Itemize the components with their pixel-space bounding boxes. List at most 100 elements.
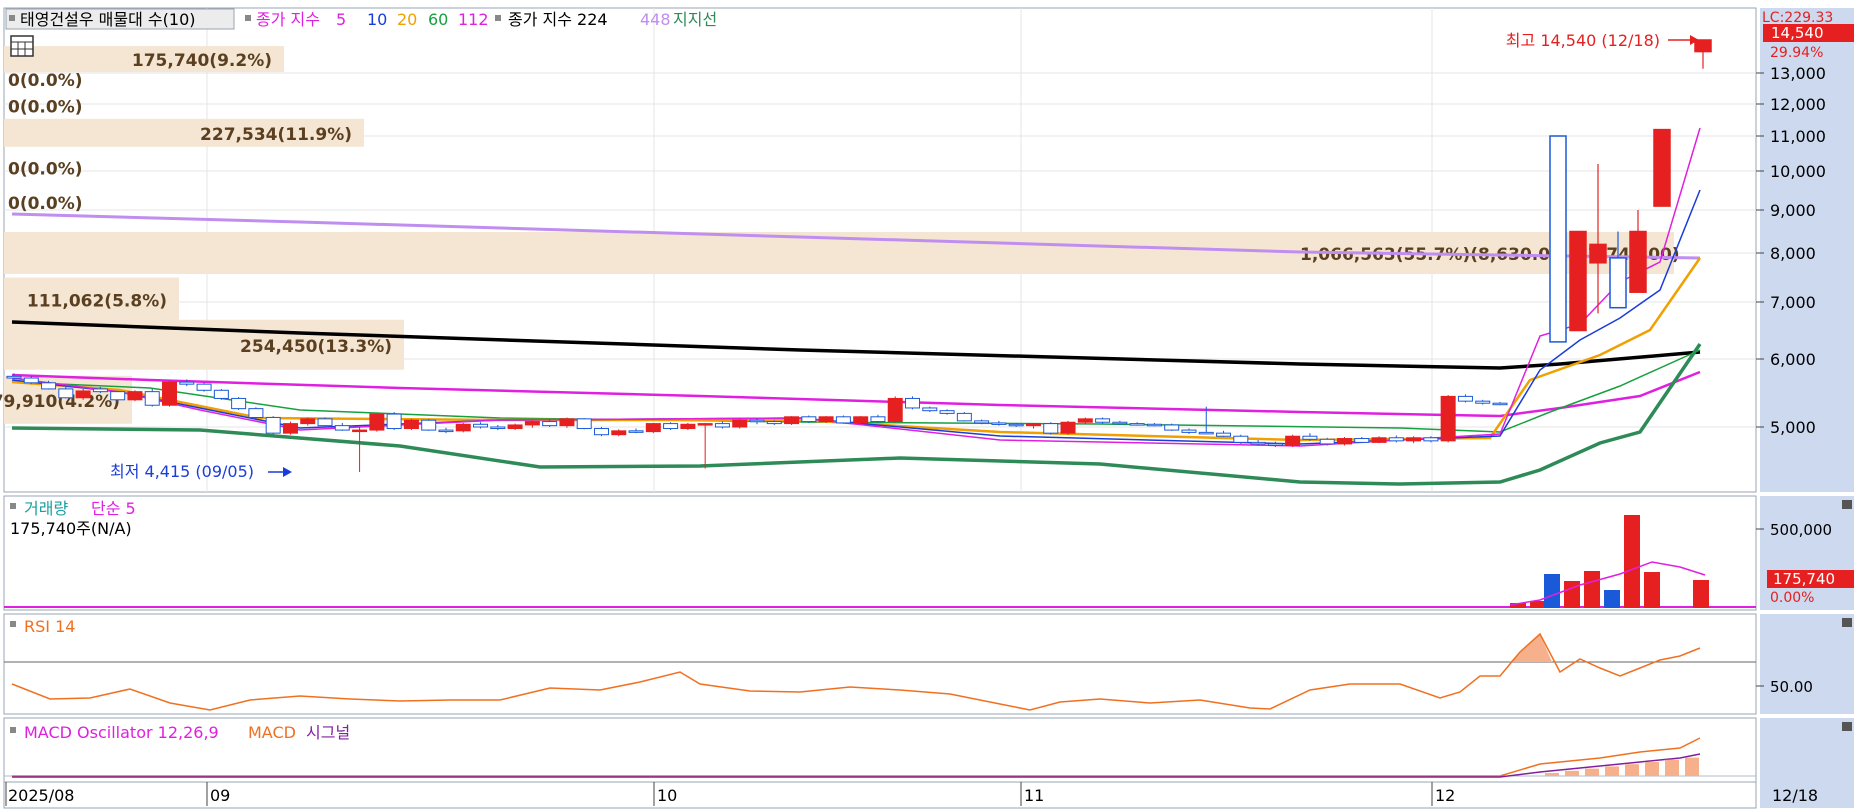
candle-body xyxy=(1008,423,1024,427)
candle-body xyxy=(1164,424,1180,431)
price-tick-label: 13,000 xyxy=(1770,64,1826,83)
volume-bar xyxy=(1544,574,1560,608)
candle-body xyxy=(749,419,765,423)
profile-label: 111,062(5.8%) xyxy=(27,292,167,312)
candle-body xyxy=(887,397,903,423)
candle-body xyxy=(1653,128,1671,207)
candle-body xyxy=(1060,421,1076,434)
legend-ma5[interactable]: 5 xyxy=(336,10,346,29)
candle-body xyxy=(663,423,679,430)
x-label-sep: 09 xyxy=(210,786,230,805)
price-tick-label: 8,000 xyxy=(1770,244,1816,263)
volume-title[interactable]: 거래량 xyxy=(24,499,68,518)
candle-body xyxy=(179,381,195,385)
volume-current: 175,740 xyxy=(1773,570,1835,588)
candle-body xyxy=(1250,441,1266,445)
volume-panel-frame xyxy=(3,495,1757,611)
volume-ma-label[interactable]: 단순 5 xyxy=(91,499,136,518)
candle-body xyxy=(524,421,540,426)
price-tick-label: 6,000 xyxy=(1770,350,1816,369)
candle-body xyxy=(766,421,782,425)
candle-body xyxy=(127,391,143,401)
candle-body xyxy=(490,426,506,430)
candle-body xyxy=(1216,432,1232,437)
candle-body xyxy=(386,413,402,430)
candle-body xyxy=(473,423,489,428)
x-label-oct: 10 xyxy=(657,786,677,805)
candle-body xyxy=(334,425,350,431)
calculator-icon[interactable] xyxy=(10,35,34,57)
close-icon[interactable] xyxy=(1842,722,1852,731)
profile-label: 227,534(11.9%) xyxy=(200,125,352,145)
x-label-aug: 2025/08 xyxy=(8,786,74,805)
legend-ma60[interactable]: 60 xyxy=(428,10,448,29)
candle-body xyxy=(1129,423,1145,426)
legend-ma112[interactable]: 112 xyxy=(458,10,489,29)
candle-body xyxy=(317,418,333,427)
candle-body xyxy=(455,423,471,432)
candle-body xyxy=(991,422,1007,425)
macd-signal-label[interactable]: 시그널 xyxy=(306,723,350,742)
macd-label[interactable]: MACD xyxy=(248,723,296,742)
candle-body xyxy=(1549,135,1567,343)
candle-body xyxy=(1694,39,1712,53)
legend-ma448[interactable]: 448 xyxy=(640,10,671,29)
rsi-title[interactable]: RSI 14 xyxy=(24,617,75,636)
macd-title[interactable]: MACD Oscillator 12,26,9 xyxy=(24,723,219,742)
rsi-panel: RSI 14 50.00 xyxy=(3,613,1854,715)
candle-body xyxy=(1475,400,1491,404)
legend-ma224[interactable]: 종가 지수 224 xyxy=(508,10,608,29)
candle-body xyxy=(714,423,730,428)
candle-body xyxy=(110,391,126,401)
candle-body xyxy=(23,377,39,384)
current-change: 29.94% xyxy=(1770,45,1823,61)
candle-body xyxy=(1440,395,1456,442)
candle-body xyxy=(835,416,851,424)
x-end-label: 12/18 xyxy=(1772,786,1818,805)
candle-body xyxy=(1589,243,1607,264)
candle-body xyxy=(853,416,869,424)
macd-osc-bar xyxy=(1605,766,1619,776)
candle-body xyxy=(144,391,160,406)
candle-body xyxy=(438,429,454,433)
price-tick-label: 10,000 xyxy=(1770,162,1826,181)
legend-square-icon xyxy=(10,503,16,509)
macd-osc-bar xyxy=(1545,773,1559,776)
candle-body xyxy=(905,397,921,409)
x-label-nov: 11 xyxy=(1024,786,1044,805)
candle-body xyxy=(231,397,247,410)
candle-body xyxy=(939,410,955,414)
candle-body xyxy=(1406,437,1422,442)
candle-body xyxy=(1371,437,1387,443)
volume-panel: 거래량 단순 5 175,740주(N/A) 500,000 175,740 0… xyxy=(3,495,1854,611)
macd-osc-bar xyxy=(1625,764,1639,776)
candle-body xyxy=(1181,429,1197,433)
candle-body xyxy=(1336,438,1352,445)
volume-bar xyxy=(1530,601,1546,608)
candle-body xyxy=(974,420,990,424)
candle-body xyxy=(956,412,972,422)
candle-body xyxy=(1319,438,1335,445)
candle-body xyxy=(248,408,264,418)
volume-bar xyxy=(1564,581,1580,608)
volume-bar xyxy=(1644,572,1660,608)
legend-square-icon xyxy=(10,727,16,733)
candle-body xyxy=(300,418,316,425)
volume-bar xyxy=(1693,580,1709,608)
close-icon[interactable] xyxy=(1842,618,1852,627)
legend-title[interactable]: 태영건설우 매물대 수(10) xyxy=(20,10,196,29)
candle-body xyxy=(507,424,523,430)
volume-info: 175,740주(N/A) xyxy=(10,519,132,538)
candle-body xyxy=(265,416,281,434)
candle-body xyxy=(801,416,817,423)
macd-osc-bar xyxy=(1585,768,1599,776)
legend-ma-label[interactable]: 종가 지수 xyxy=(256,10,320,29)
candle-body xyxy=(593,428,609,436)
legend-ma10[interactable]: 10 xyxy=(367,10,387,29)
candle-body xyxy=(1629,230,1647,293)
candle-body xyxy=(421,419,437,431)
close-icon[interactable] xyxy=(1842,500,1852,509)
legend-ma20[interactable]: 20 xyxy=(397,10,417,29)
candle-body xyxy=(922,407,938,412)
legend-support[interactable]: 지지선 xyxy=(673,10,717,29)
